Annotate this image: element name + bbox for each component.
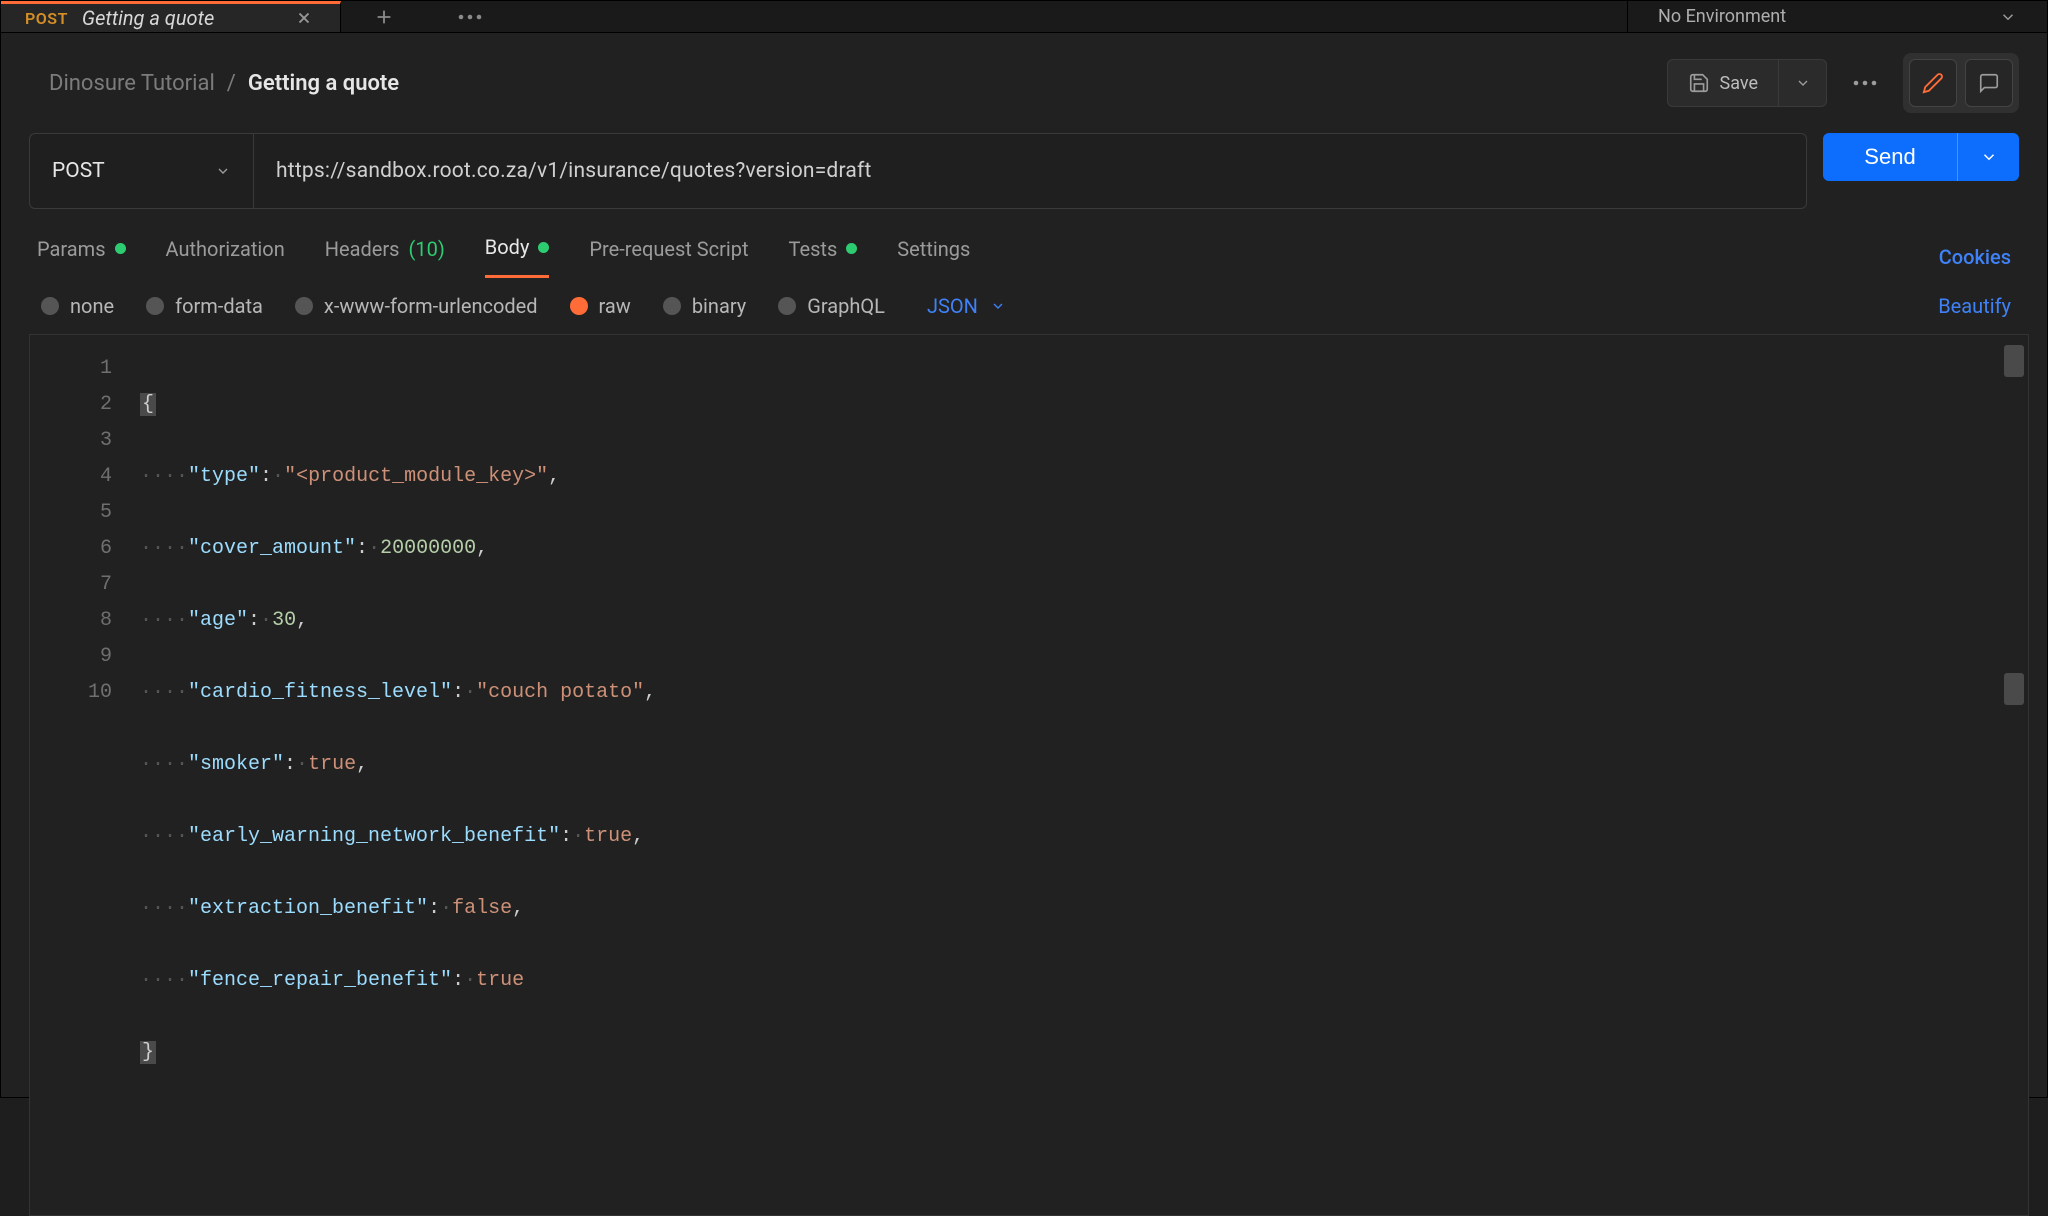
body-type-formdata[interactable]: form-data [146,294,263,318]
scrollbar-thumb[interactable] [2004,345,2024,377]
url-input[interactable]: https://sandbox.root.co.za/v1/insurance/… [254,134,1806,208]
save-dropdown-button[interactable] [1779,59,1827,107]
tab-tests[interactable]: Tests [789,237,858,277]
more-horizontal-icon [1852,79,1878,87]
breadcrumb-separator: / [227,71,236,96]
send-dropdown-button[interactable] [1957,133,2019,181]
radio-icon [146,297,164,315]
code-content[interactable]: { ····"type":·"<product_module_key>", ··… [140,335,2028,1215]
breadcrumb-request: Getting a quote [248,71,399,96]
chevron-down-icon [215,163,231,179]
tabs-overflow-button[interactable] [427,1,513,32]
chevron-down-icon [990,298,1006,314]
radio-icon [570,297,588,315]
url-box: POST https://sandbox.root.co.za/v1/insur… [29,133,1807,209]
breadcrumb: Dinosure Tutorial / Getting a quote [49,71,399,96]
radio-icon [778,297,796,315]
new-tab-button[interactable] [341,1,427,32]
body-type-row: none form-data x-www-form-urlencoded raw… [1,278,2047,334]
breadcrumb-collection[interactable]: Dinosure Tutorial [49,71,215,96]
radio-icon [41,297,59,315]
body-type-xwww[interactable]: x-www-form-urlencoded [295,294,538,318]
tab-bar: POST Getting a quote No Environment [1,1,2047,33]
edit-button[interactable] [1909,59,1957,107]
body-editor[interactable]: 12345678910 { ····"type":·"<product_modu… [29,334,2029,1216]
radio-icon [663,297,681,315]
request-tab[interactable]: POST Getting a quote [1,1,341,32]
request-subtabs: Params Authorization Headers (10) Body P… [1,209,2047,278]
tab-authorization[interactable]: Authorization [166,237,285,277]
tab-headers[interactable]: Headers (10) [325,237,445,277]
save-label: Save [1720,73,1759,94]
tab-method-badge: POST [25,9,68,28]
body-language-selector[interactable]: JSON [927,294,1006,318]
body-type-graphql[interactable]: GraphQL [778,294,885,318]
send-button[interactable]: Send [1823,133,1957,181]
body-type-none[interactable]: none [41,294,114,318]
more-actions-button[interactable] [1841,59,1889,107]
tab-title: Getting a quote [82,6,276,30]
close-icon[interactable] [290,4,318,32]
body-type-binary[interactable]: binary [663,294,746,318]
body-type-raw[interactable]: raw [570,294,631,318]
environment-label: No Environment [1658,6,1786,27]
header-actions: Save [1667,53,2020,113]
tab-params[interactable]: Params [37,237,126,277]
comment-icon [1978,72,2000,94]
chevron-down-icon [1795,75,1811,91]
chevron-down-icon [1999,8,2017,26]
method-selector[interactable]: POST [30,134,254,208]
environment-selector[interactable]: No Environment [1627,1,2047,32]
status-dot [538,242,549,253]
tab-prerequest[interactable]: Pre-request Script [589,237,748,277]
save-button[interactable]: Save [1667,59,1780,107]
radio-icon [295,297,313,315]
beautify-link[interactable]: Beautify [1938,294,2011,318]
tab-settings[interactable]: Settings [897,237,970,277]
cookies-link[interactable]: Cookies [1939,245,2011,269]
chevron-down-icon [1980,148,1998,166]
comments-button[interactable] [1965,59,2013,107]
pencil-icon [1922,72,1944,94]
status-dot [846,243,857,254]
tab-body[interactable]: Body [485,235,550,278]
method-label: POST [52,159,105,183]
scrollbar-thumb[interactable] [2004,673,2024,705]
status-dot [115,243,126,254]
url-row: POST https://sandbox.root.co.za/v1/insur… [1,133,2047,209]
line-gutter: 12345678910 [30,335,140,1215]
request-header: Dinosure Tutorial / Getting a quote Save [1,33,2047,133]
save-icon [1688,72,1710,94]
